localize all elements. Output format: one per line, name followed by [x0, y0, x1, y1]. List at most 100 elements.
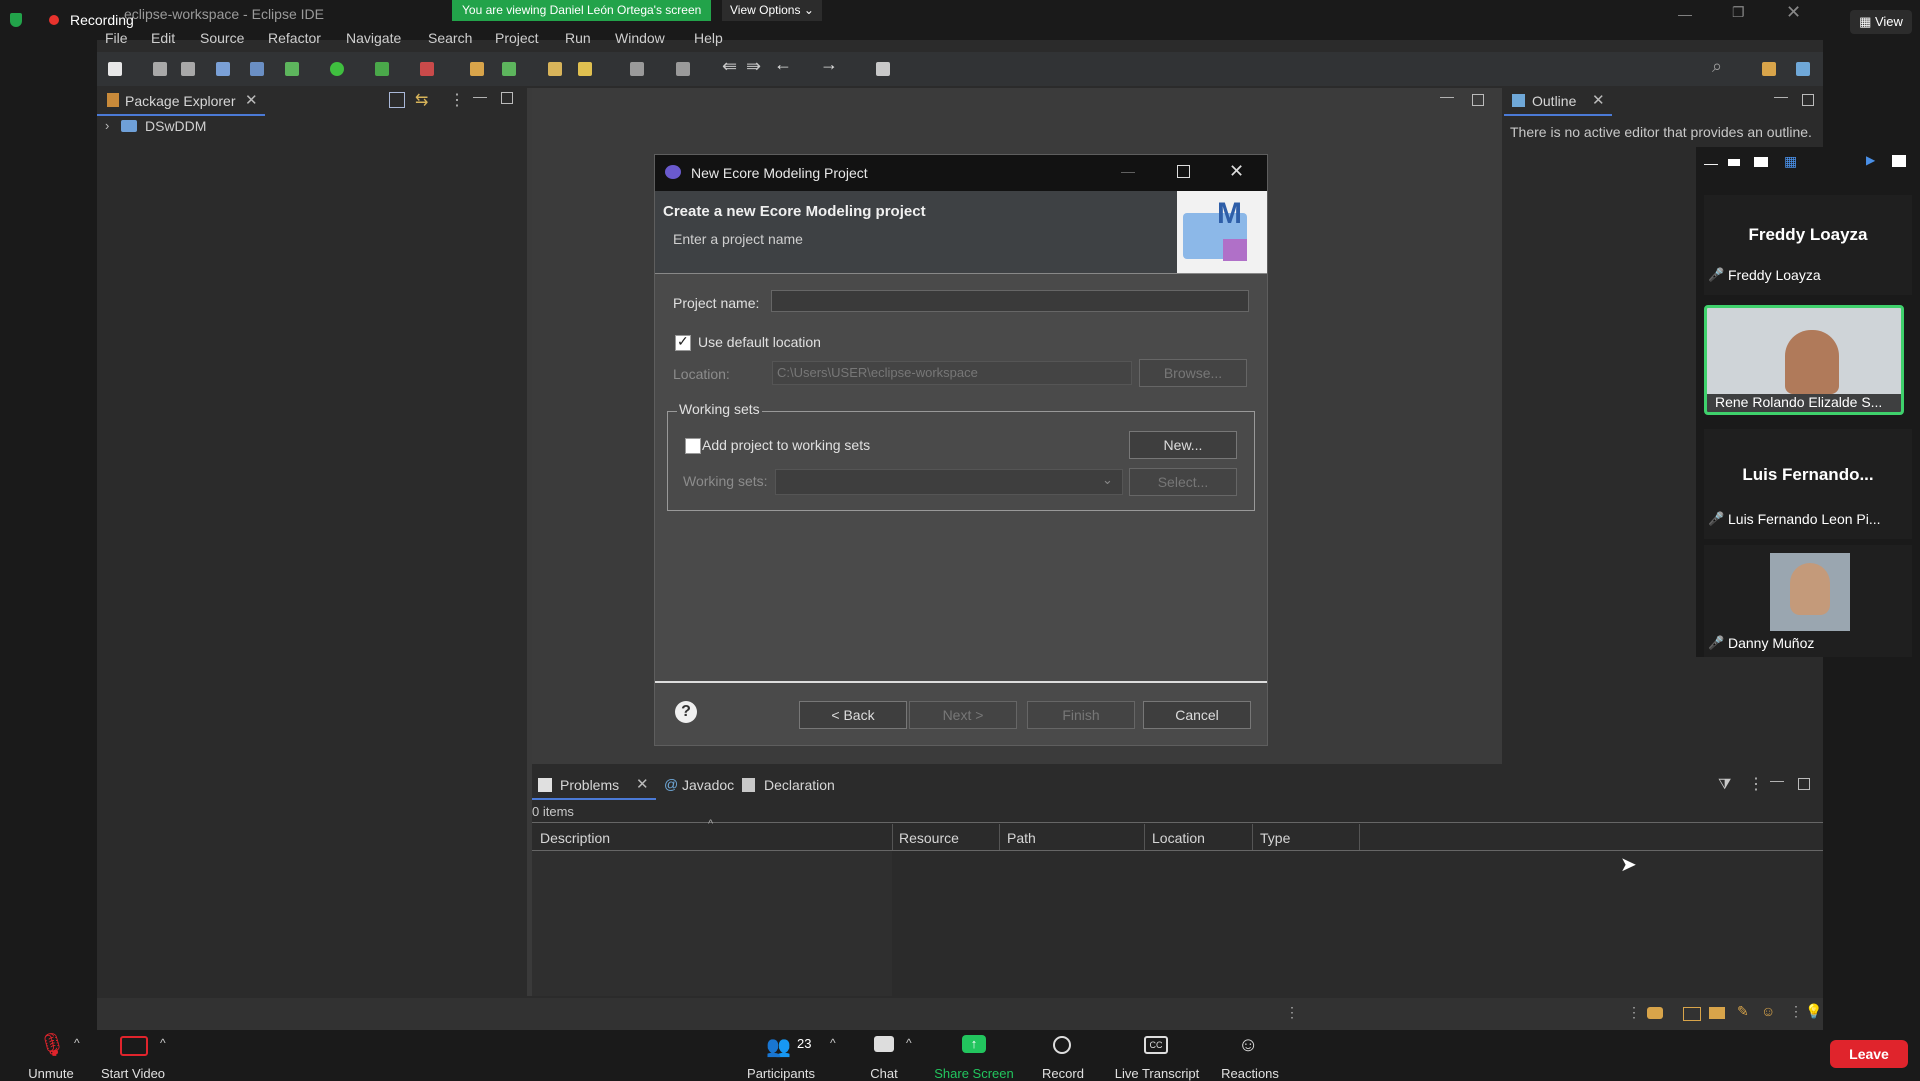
column-description[interactable]: Description: [540, 830, 610, 846]
reactions-icon[interactable]: ☺: [1238, 1034, 1258, 1057]
column-type[interactable]: Type: [1260, 830, 1290, 846]
chevron-right-icon[interactable]: ›: [105, 118, 109, 133]
editor-maximize-icon[interactable]: [1472, 94, 1484, 106]
back-icon[interactable]: ←: [774, 54, 792, 75]
grid-view-icon[interactable]: ▦: [1784, 153, 1797, 170]
menu-run[interactable]: Run: [565, 30, 591, 46]
filter-icon[interactable]: ⧩: [1718, 776, 1731, 793]
audio-options-icon[interactable]: ^: [74, 1036, 80, 1050]
new-working-set-button[interactable]: New...: [1129, 431, 1237, 459]
cap-icon[interactable]: [1709, 1007, 1725, 1019]
menu-navigate[interactable]: Navigate: [346, 30, 401, 46]
record-icon[interactable]: [1053, 1036, 1071, 1054]
next-annotation-icon[interactable]: [676, 62, 690, 76]
forward-edit-icon[interactable]: ⇛: [746, 56, 761, 77]
cancel-button[interactable]: Cancel: [1143, 701, 1251, 729]
dialog-minimize-icon[interactable]: —: [1121, 163, 1135, 179]
maximize-icon[interactable]: [1798, 778, 1810, 790]
minimize-icon[interactable]: —: [473, 88, 487, 104]
tab-declaration[interactable]: Declaration: [742, 772, 862, 798]
minimize-window-icon[interactable]: —: [1678, 6, 1692, 22]
browse-button[interactable]: Browse...: [1139, 359, 1247, 387]
task-icon[interactable]: [1647, 1007, 1663, 1019]
menu-refactor[interactable]: Refactor: [268, 30, 321, 46]
zoom-view-button[interactable]: ▦ View: [1850, 10, 1912, 34]
menu-source[interactable]: Source: [200, 30, 244, 46]
tab-problems[interactable]: Problems ✕: [532, 772, 656, 800]
open-type-icon[interactable]: [548, 62, 562, 76]
column-separator[interactable]: [999, 824, 1000, 850]
pin-view-icon[interactable]: [1892, 155, 1906, 167]
open-console-icon[interactable]: [876, 62, 890, 76]
menu-edit[interactable]: Edit: [151, 30, 175, 46]
finish-button[interactable]: Finish: [1027, 701, 1135, 729]
search-icon[interactable]: ⌕: [1712, 56, 1722, 77]
last-edit-icon[interactable]: ⇚: [722, 56, 737, 77]
column-separator[interactable]: [1359, 824, 1360, 850]
java-perspective-icon[interactable]: [1796, 62, 1810, 76]
external-tools-icon[interactable]: [420, 62, 434, 76]
close-icon[interactable]: ✕: [245, 91, 258, 109]
close-window-icon[interactable]: ✕: [1786, 2, 1801, 23]
next-button[interactable]: Next >: [909, 701, 1017, 729]
coverage-icon[interactable]: [375, 62, 389, 76]
menu-file[interactable]: File: [105, 30, 128, 46]
chat-button[interactable]: Chat: [864, 1066, 904, 1081]
participants-button[interactable]: Participants: [741, 1066, 821, 1081]
project-item[interactable]: DSwDDM: [145, 118, 206, 134]
back-button[interactable]: < Back: [799, 701, 907, 729]
chat-icon[interactable]: [874, 1036, 894, 1052]
new-java-project-icon[interactable]: [470, 62, 484, 76]
start-video-button[interactable]: Start Video: [96, 1066, 170, 1081]
column-location[interactable]: Location: [1152, 830, 1205, 846]
editor-minimize-icon[interactable]: —: [1440, 88, 1454, 104]
search-tool-icon[interactable]: [578, 62, 592, 76]
participant-tile[interactable]: Freddy Loayza 🎤 Freddy Loayza: [1704, 195, 1912, 295]
tab-outline[interactable]: Outline ✕: [1504, 88, 1612, 116]
restore-window-icon[interactable]: ❐: [1732, 4, 1745, 21]
chat-options-icon[interactable]: ^: [906, 1036, 912, 1050]
help-icon[interactable]: ?: [675, 701, 697, 723]
minimize-video-icon[interactable]: —: [1704, 155, 1718, 171]
link-with-editor-icon[interactable]: ⇆: [415, 90, 428, 110]
forward-icon[interactable]: →: [820, 54, 838, 75]
record-button[interactable]: Record: [1036, 1066, 1090, 1081]
video-options-icon[interactable]: ^: [160, 1036, 166, 1050]
column-resource[interactable]: Resource: [899, 830, 959, 846]
maximize-icon[interactable]: [1802, 94, 1814, 106]
skip-breakpoints-icon[interactable]: [250, 62, 264, 76]
smiley-icon[interactable]: ☺: [1761, 1003, 1775, 1019]
participant-tile[interactable]: 🎤 Danny Muñoz: [1704, 545, 1912, 657]
mic-off-icon[interactable]: 🎙: [38, 1032, 66, 1058]
column-separator[interactable]: [892, 824, 893, 850]
maximize-icon[interactable]: [501, 92, 513, 104]
share-screen-button[interactable]: Share Screen: [930, 1066, 1018, 1081]
participant-tile-active[interactable]: Rene Rolando Elizalde S...: [1704, 305, 1904, 415]
participants-icon[interactable]: 👥: [766, 1034, 791, 1059]
add-to-working-sets-checkbox[interactable]: [685, 438, 701, 454]
select-working-set-button[interactable]: Select...: [1129, 468, 1237, 496]
column-path[interactable]: Path: [1007, 830, 1036, 846]
open-perspective-icon[interactable]: [1762, 62, 1776, 76]
unmute-button[interactable]: Unmute: [18, 1066, 84, 1081]
view-options-button[interactable]: View Options ⌄: [722, 0, 822, 21]
run-icon[interactable]: [330, 62, 344, 76]
working-sets-combo[interactable]: ⌄: [775, 469, 1123, 495]
live-transcript-button[interactable]: Live Transcript: [1108, 1066, 1206, 1081]
column-separator[interactable]: [1144, 824, 1145, 850]
reactions-button[interactable]: Reactions: [1218, 1066, 1282, 1081]
menu-project[interactable]: Project: [495, 30, 539, 46]
leave-button[interactable]: Leave: [1830, 1040, 1908, 1068]
participant-tile[interactable]: Luis Fernando... 🎤 Luis Fernando Leon Pi…: [1704, 429, 1912, 539]
speaker-view-icon[interactable]: [1728, 159, 1740, 166]
minimize-icon[interactable]: —: [1774, 88, 1788, 104]
share-screen-icon[interactable]: ↑: [962, 1035, 986, 1053]
dialog-close-icon[interactable]: ✕: [1229, 161, 1244, 182]
menu-window[interactable]: Window: [615, 30, 665, 46]
column-separator[interactable]: [1252, 824, 1253, 850]
minimize-icon[interactable]: —: [1770, 772, 1784, 788]
use-default-location-checkbox[interactable]: ✓: [675, 333, 691, 351]
dialog-maximize-icon[interactable]: [1177, 165, 1190, 178]
gallery-view-icon[interactable]: [1754, 157, 1768, 167]
video-off-icon[interactable]: [120, 1036, 148, 1056]
